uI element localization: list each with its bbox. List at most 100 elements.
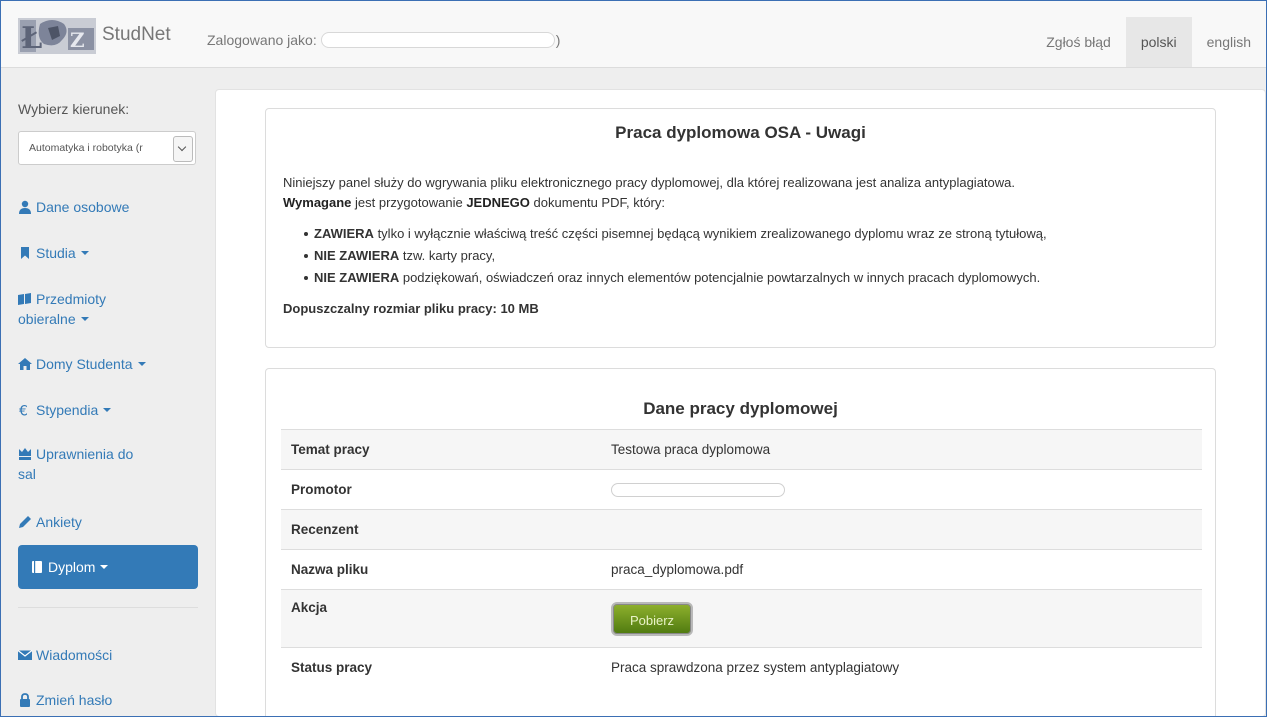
sidebar: Wybierz kierunek: Automatyka i robotyka …: [1, 67, 213, 716]
thesis-title: Dane pracy dyplomowej: [643, 399, 838, 418]
list-item-bold: ZAWIERA: [314, 226, 374, 241]
sidebar-item-label-line2: obieralne: [18, 311, 76, 327]
book-icon: [32, 561, 42, 573]
chevron-down-icon: [173, 136, 193, 162]
svg-text:Ł: Ł: [21, 21, 42, 56]
notes-intro: Niniejszy panel służy do wgrywania pliku…: [283, 173, 1203, 213]
sidebar-item-label: Dane osobowe: [36, 199, 130, 215]
row-key: Status pracy: [281, 647, 601, 687]
table-row: Temat pracy Testowa praca dyplomowa: [281, 429, 1202, 470]
list-item: NIE ZAWIERA tzw. karty pracy,: [304, 245, 1047, 267]
pencil-icon: [19, 516, 31, 528]
sidebar-item-studies[interactable]: Studia: [18, 243, 198, 263]
download-button[interactable]: Pobierz: [611, 601, 693, 636]
table-row: Promotor: [281, 469, 1202, 510]
lang-english-link[interactable]: english: [1192, 17, 1266, 67]
table-row: Status pracy Praca sprawdzona przez syst…: [281, 647, 1202, 687]
lang-polish-link[interactable]: polski: [1125, 17, 1192, 67]
select-major-label: Wybierz kierunek:: [18, 101, 130, 117]
envelope-icon: [18, 650, 32, 660]
lock-icon: [20, 693, 30, 707]
intro-line1: Niniejszy panel służy do wgrywania pliku…: [283, 175, 1015, 190]
euro-icon: €: [19, 404, 28, 418]
caret-down-icon: [80, 317, 89, 321]
table-row: Akcja Pobierz: [281, 589, 1202, 648]
intro-text-a: jest przygotowanie: [351, 195, 467, 210]
sidebar-item-label: Zmień hasło: [36, 692, 113, 708]
list-item: ZAWIERA tylko i wyłącznie właściwą treść…: [304, 223, 1047, 245]
sidebar-item-label: Stypendia: [36, 402, 99, 418]
caret-down-icon: [100, 565, 109, 569]
logged-in-info: Zalogowano jako: ): [207, 32, 560, 48]
sidebar-item-change-password[interactable]: Zmień hasło: [18, 690, 198, 710]
report-bug-link[interactable]: Zgłoś błąd: [1031, 17, 1126, 67]
major-select-value: Automatyka i robotyka (r: [29, 142, 143, 154]
closing-paren: ): [555, 32, 561, 48]
sidebar-item-electives[interactable]: Przedmioty obieralne: [18, 289, 198, 329]
row-key: Recenzent: [281, 509, 601, 550]
row-key: Akcja: [281, 589, 601, 648]
sidebar-item-messages[interactable]: Wiadomości: [18, 645, 198, 665]
row-value: praca_dyplomowa.pdf: [601, 549, 1202, 590]
sidebar-divider: [18, 607, 198, 608]
table-row: Recenzent: [281, 509, 1202, 550]
sidebar-item-room-permissions[interactable]: Uprawnienia do sal: [18, 444, 198, 484]
requirements-list: ZAWIERA tylko i wyłącznie właściwą treść…: [304, 223, 1047, 289]
redacted-supervisor: [611, 483, 785, 498]
list-item-bold: NIE ZAWIERA: [314, 248, 400, 263]
throne-icon: [19, 448, 31, 460]
row-value: [601, 509, 1202, 550]
caret-down-icon: [137, 362, 146, 366]
notes-panel: Praca dyplomowa OSA - Uwagi Niniejszy pa…: [265, 108, 1216, 348]
caret-down-icon: [80, 251, 89, 255]
sidebar-item-label: Wiadomości: [36, 647, 113, 663]
sidebar-item-label: Uprawnienia do: [36, 446, 134, 462]
redacted-username: [320, 32, 555, 48]
sidebar-item-diploma[interactable]: Dyplom: [18, 545, 198, 589]
row-key: Promotor: [281, 469, 601, 510]
bookmark-icon: [21, 247, 29, 259]
sidebar-item-surveys[interactable]: Ankiety: [18, 512, 198, 532]
svg-text:€: €: [19, 404, 28, 418]
university-logo-icon: Ł Z: [18, 18, 96, 56]
sidebar-item-personal-data[interactable]: Dane osobowe: [18, 197, 198, 217]
book-open-icon: [18, 293, 31, 305]
row-key: Temat pracy: [281, 429, 601, 470]
brand-name: StudNet: [102, 24, 171, 45]
top-navbar: Ł Z StudNet Zalogowano jako: ) Zgłoś błą…: [1, 1, 1266, 68]
status-value: Praca sprawdzona przez system antyplagia…: [601, 647, 1202, 687]
sidebar-item-label: Domy Studenta: [36, 356, 133, 372]
list-item-bold: NIE ZAWIERA: [314, 270, 400, 285]
row-key: Nazwa pliku: [281, 549, 601, 590]
intro-one: JEDNEGO: [466, 195, 530, 210]
row-value: Testowa praca dyplomowa: [601, 429, 1202, 470]
sidebar-item-label-line2: sal: [18, 466, 36, 482]
nav-right-links: Zgłoś błąd polski english: [1031, 17, 1266, 67]
sidebar-item-dormitories[interactable]: Domy Studenta: [18, 354, 198, 374]
sidebar-item-label: Ankiety: [36, 514, 82, 530]
user-icon: [19, 200, 31, 214]
thesis-panel: Dane pracy dyplomowej Temat pracy Testow…: [265, 368, 1216, 716]
notes-title: Praca dyplomowa OSA - Uwagi: [615, 123, 866, 142]
caret-down-icon: [103, 408, 112, 412]
max-file-size: Dopuszczalny rozmiar pliku pracy: 10 MB: [283, 301, 539, 316]
svg-text:Z: Z: [70, 28, 85, 52]
intro-line2: Wymagane jest przygotowanie JEDNEGO doku…: [283, 193, 1203, 213]
list-item: NIE ZAWIERA podziękowań, oświadczeń oraz…: [304, 267, 1047, 289]
list-item-text: tzw. karty pracy,: [399, 248, 496, 263]
row-value: [601, 469, 1202, 510]
brand[interactable]: Ł Z StudNet: [18, 13, 171, 57]
main-content: Praca dyplomowa OSA - Uwagi Niniejszy pa…: [215, 89, 1266, 716]
sidebar-item-label: Studia: [36, 245, 76, 261]
app-window: Ł Z StudNet Zalogowano jako: ) Zgłoś błą…: [0, 0, 1267, 717]
list-item-text: podziękowań, oświadczeń oraz innych elem…: [399, 270, 1041, 285]
row-value: Pobierz: [601, 589, 1202, 648]
sidebar-item-scholarships[interactable]: € Stypendia: [18, 400, 198, 420]
major-select[interactable]: Automatyka i robotyka (r: [18, 131, 196, 165]
list-item-text: tylko i wyłącznie właściwą treść części …: [373, 226, 1047, 241]
table-row: Nazwa pliku praca_dyplomowa.pdf: [281, 549, 1202, 590]
intro-required: Wymagane: [283, 195, 352, 210]
thesis-table: Temat pracy Testowa praca dyplomowa Prom…: [281, 429, 1202, 687]
home-icon: [18, 358, 32, 370]
intro-text-b: dokumentu PDF, który:: [529, 195, 666, 210]
